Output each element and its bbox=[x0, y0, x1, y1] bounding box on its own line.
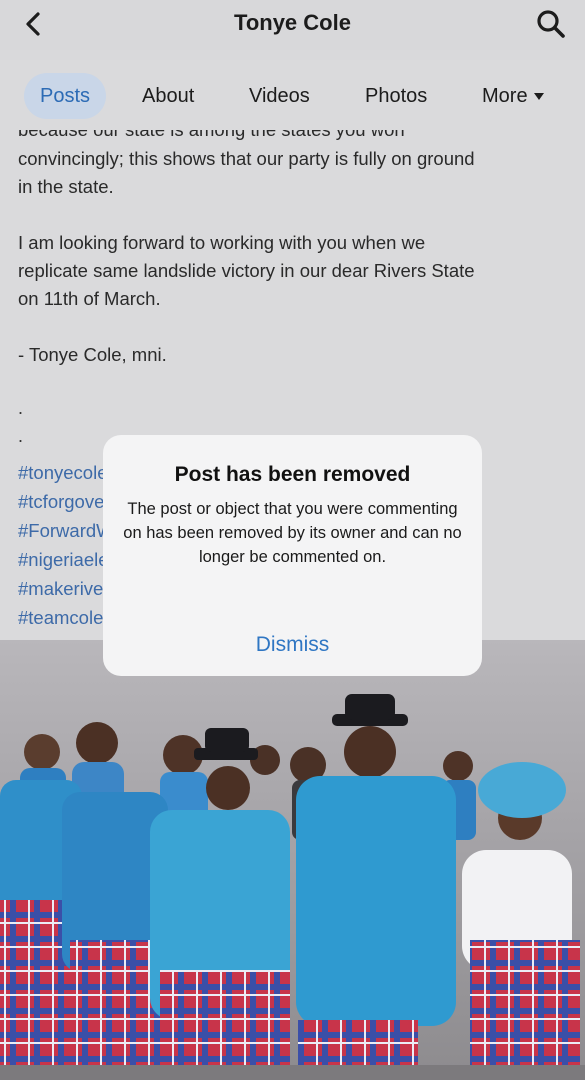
crowd-illustration bbox=[0, 694, 585, 1080]
post-line: in the state. bbox=[18, 176, 114, 197]
dialog-message: The post or object that you were comment… bbox=[123, 500, 462, 566]
dismiss-button[interactable]: Dismiss bbox=[103, 633, 482, 657]
post-line: on 11th of March. bbox=[18, 288, 161, 309]
post-photo[interactable] bbox=[0, 640, 585, 1080]
post-dot: . bbox=[18, 426, 24, 446]
profile-tabs: Posts About Videos Photos More bbox=[0, 60, 585, 130]
post-line: replicate same landslide victory in our … bbox=[18, 260, 475, 281]
tab-about[interactable]: About bbox=[142, 73, 194, 119]
caret-down-icon bbox=[533, 93, 544, 101]
post-line: convincingly; this shows that our party … bbox=[18, 148, 475, 169]
search-icon[interactable] bbox=[535, 8, 567, 40]
post-line: I am looking forward to working with you… bbox=[18, 232, 426, 253]
dialog-title: Post has been removed bbox=[174, 463, 411, 486]
post-signature: - Tonye Cole, mni. bbox=[18, 344, 167, 365]
post-removed-dialog: Post has been removed The post or object… bbox=[103, 435, 482, 676]
top-bar: Tonye Cole bbox=[0, 0, 585, 50]
tab-videos[interactable]: Videos bbox=[249, 73, 310, 119]
post-line: because our state is among the states yo… bbox=[18, 130, 405, 141]
post-dot: . bbox=[18, 398, 24, 418]
tab-posts[interactable]: Posts bbox=[24, 73, 107, 119]
page-title: Tonye Cole bbox=[234, 10, 351, 35]
tab-more-label: More bbox=[482, 85, 528, 107]
tab-photos[interactable]: Photos bbox=[365, 73, 427, 119]
tab-more[interactable]: More bbox=[482, 73, 544, 119]
